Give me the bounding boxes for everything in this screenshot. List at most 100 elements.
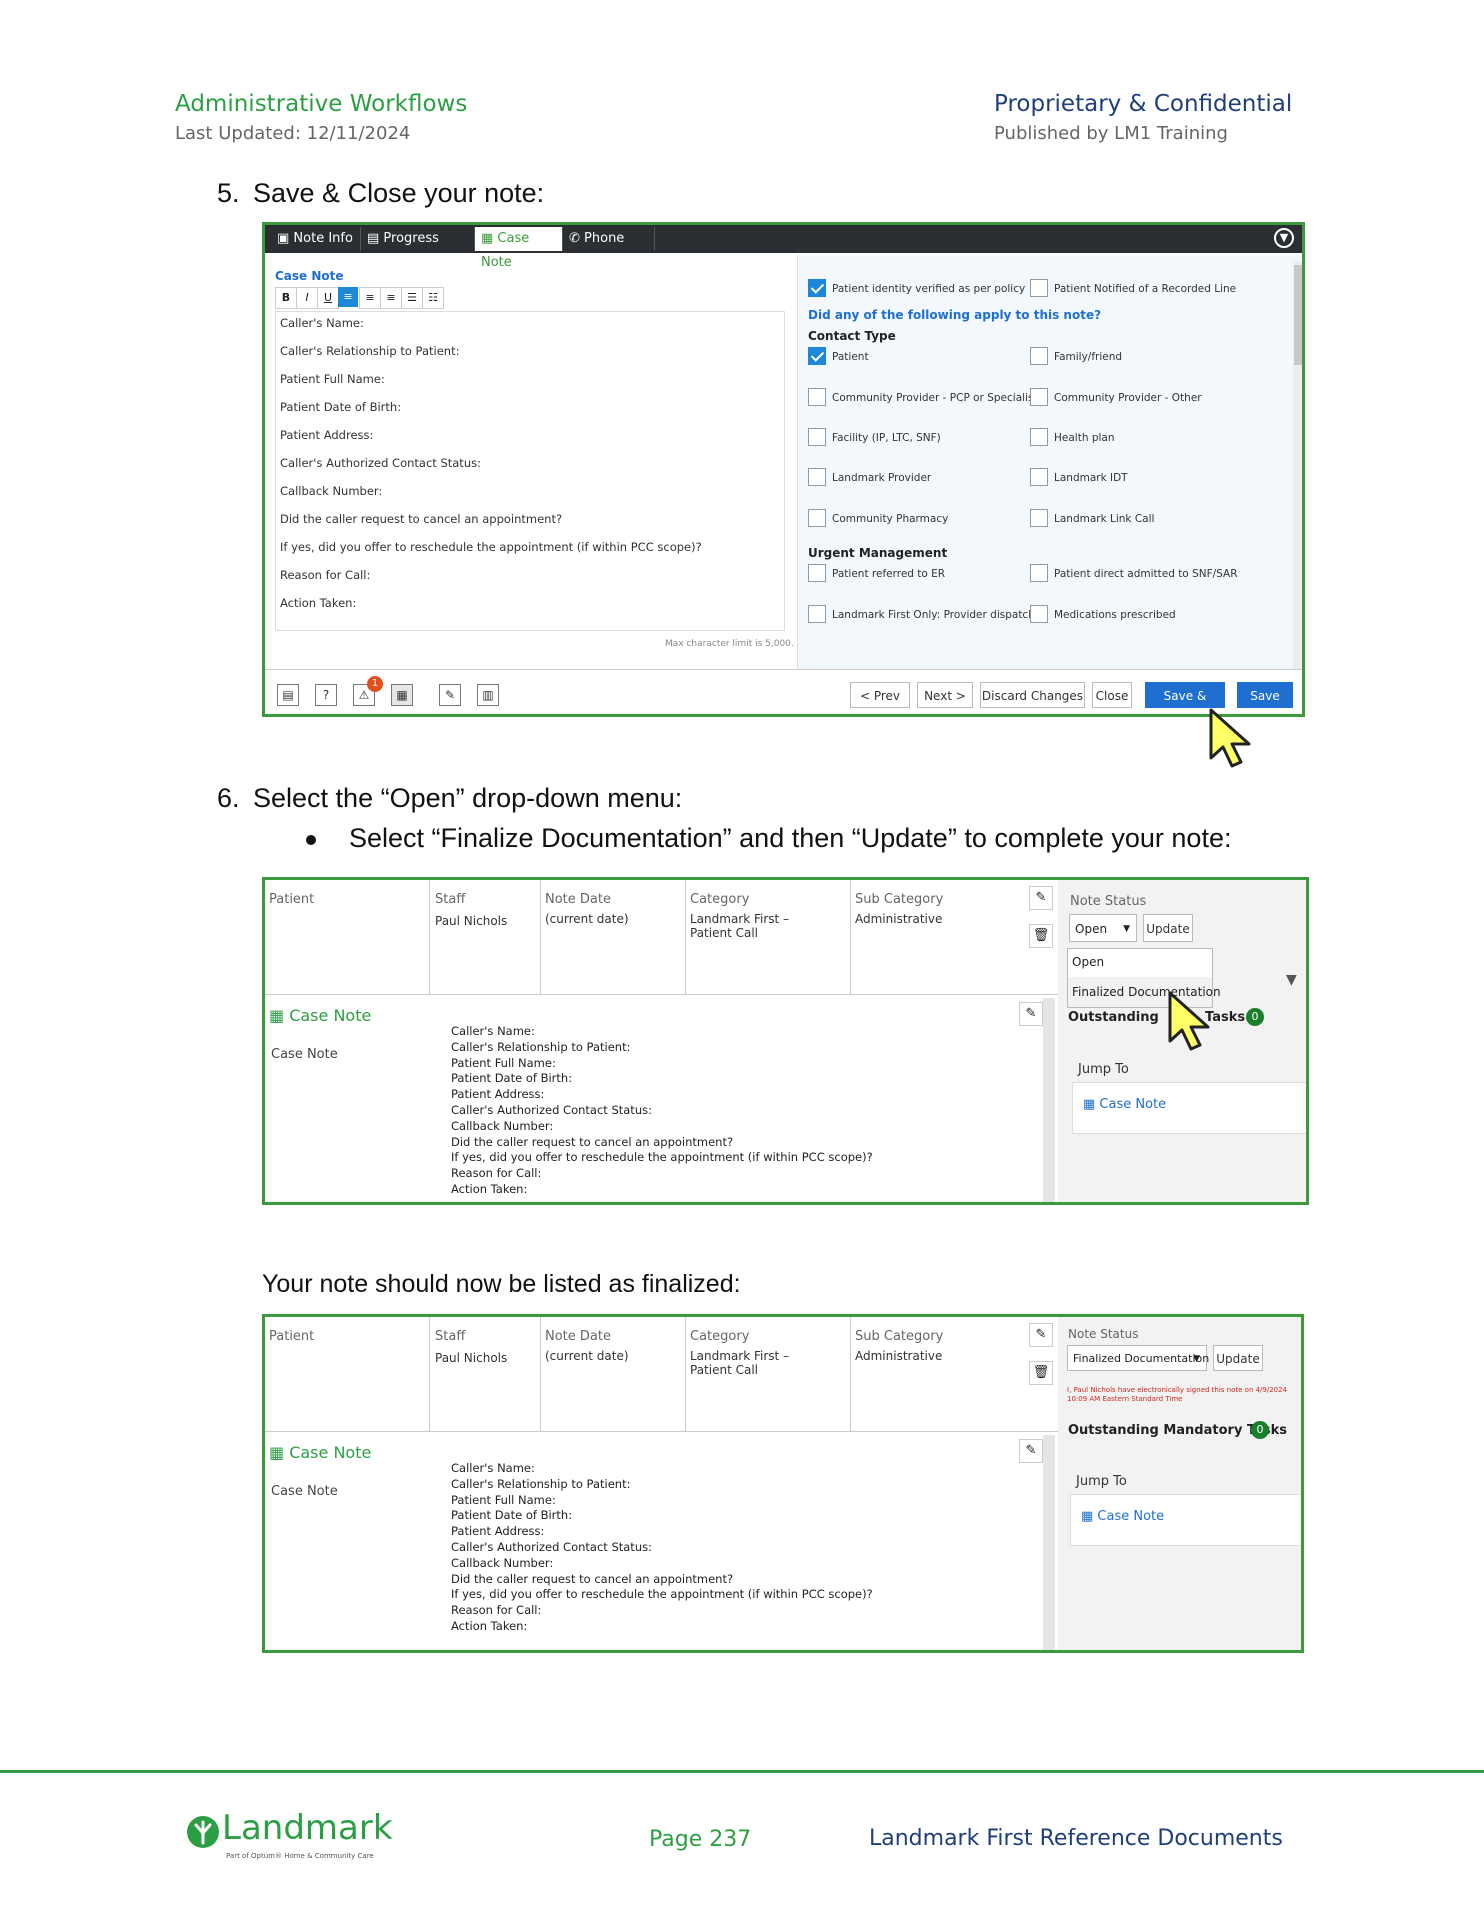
jump-link-case-note[interactable]: ▦ Case Note <box>1083 1097 1166 1112</box>
header-right-subtitle: Published by LM1 Training <box>994 123 1228 144</box>
urgent-medications-checkbox[interactable] <box>1030 605 1048 623</box>
note-status-select[interactable]: Open ▼ <box>1069 914 1137 942</box>
save-button[interactable]: Save <box>1237 682 1293 708</box>
dropdown-option-open[interactable]: Open <box>1072 955 1104 969</box>
contact-community-other-checkbox[interactable] <box>1030 388 1048 406</box>
note-scrollbar[interactable] <box>1043 1435 1055 1650</box>
delete-trash-icon[interactable]: 🗑 <box>1029 1361 1053 1385</box>
contact-link-call-checkbox[interactable] <box>1030 509 1048 527</box>
tab-note-info[interactable]: ▣ Note Info <box>271 227 361 251</box>
contact-family-checkbox[interactable] <box>1030 347 1048 365</box>
contact-landmark-provider-label: Landmark Provider <box>832 472 932 484</box>
col-note-date: Note Date <box>545 1329 611 1344</box>
underline-button[interactable]: U <box>317 287 339 309</box>
note-line: Callback Number: <box>280 484 383 498</box>
contact-facility-checkbox[interactable] <box>808 428 826 446</box>
row-divider <box>265 994 1058 995</box>
bold-button[interactable]: B <box>275 287 297 309</box>
contact-community-pcp-checkbox[interactable] <box>808 388 826 406</box>
edit-note-pencil-icon[interactable]: ✎ <box>1019 1002 1043 1026</box>
urgent-snf-checkbox[interactable] <box>1030 564 1048 582</box>
case-note-body: Caller's Name: Caller's Relationship to … <box>451 1024 873 1196</box>
recorded-line-checkbox[interactable] <box>1030 279 1048 297</box>
note-options-panel: Patient identity verified as per policy … <box>797 255 1302 687</box>
next-button[interactable]: Next > <box>917 682 973 708</box>
urgent-er-label: Patient referred to ER <box>832 568 946 580</box>
edit-pencil-icon[interactable]: ✎ <box>1029 1323 1053 1347</box>
contact-health-plan-label: Health plan <box>1054 432 1115 444</box>
note-line: Patient Full Name: <box>280 372 385 386</box>
urgent-provider-dispatched-checkbox[interactable] <box>808 605 826 623</box>
case-note-heading-text: Case Note <box>289 1443 372 1462</box>
delete-trash-icon[interactable]: 🗑 <box>1029 924 1053 948</box>
discard-changes-button[interactable]: Discard Changes <box>980 682 1085 708</box>
bullet-list-icon[interactable]: ☰ <box>401 287 423 309</box>
align-right-icon[interactable]: ≡ <box>380 287 402 309</box>
tab-phone-call[interactable]: ✆ Phone Call <box>563 227 655 270</box>
step-5-instruction: 5. Save & Close your note: <box>217 178 545 208</box>
col-divider <box>429 1317 430 1431</box>
contact-landmark-idt-label: Landmark IDT <box>1054 472 1128 484</box>
note-status-select[interactable]: Finalized Documentation ▼ <box>1067 1345 1209 1371</box>
prev-button[interactable]: < Prev <box>850 682 910 708</box>
contact-patient-checkbox[interactable] <box>808 347 826 365</box>
edit-note-pencil-icon[interactable]: ✎ <box>1019 1439 1043 1463</box>
clipboard-icon[interactable]: ▥ <box>477 684 499 706</box>
contact-link-call-label: Landmark Link Call <box>1054 513 1155 525</box>
italic-button[interactable]: I <box>296 287 318 309</box>
col-divider <box>850 880 851 994</box>
tab-case-note[interactable]: ▦ Case Note <box>475 227 563 270</box>
note-line: Reason for Call: <box>280 568 371 582</box>
edit-pencil-icon[interactable]: ✎ <box>1029 886 1053 910</box>
note-status-open-screenshot: Patient Staff Paul Nichols Note Date (cu… <box>262 877 1309 1205</box>
tab-case-note-label: Case Note <box>481 231 530 270</box>
edit-document-icon[interactable]: ✎ <box>439 684 461 706</box>
align-left-icon[interactable]: ≡ <box>338 287 358 307</box>
add-document-icon[interactable]: ▤ <box>277 684 299 706</box>
jump-link-case-note[interactable]: ▦ Case Note <box>1081 1509 1164 1524</box>
case-note-body: Caller's Name: Caller's Relationship to … <box>451 1461 873 1633</box>
staff-value: Paul Nichols <box>435 914 508 928</box>
bullet-dot <box>306 835 316 845</box>
header-left-subtitle: Last Updated: 12/11/2024 <box>175 123 411 144</box>
update-button[interactable]: Update <box>1213 1345 1263 1371</box>
urgent-management-title: Urgent Management <box>808 546 948 560</box>
contact-health-plan-checkbox[interactable] <box>1030 428 1048 446</box>
close-button[interactable]: Close <box>1092 682 1132 708</box>
contact-pharmacy-checkbox[interactable] <box>808 509 826 527</box>
staff-value: Paul Nichols <box>435 1351 508 1365</box>
step-6-bullet: Select “Finalize Documentation” and then… <box>349 823 1232 853</box>
collapse-chevron-icon[interactable]: ▼ <box>1274 228 1294 248</box>
case-note-textarea[interactable]: Caller's Name: Caller's Relationship to … <box>275 311 785 631</box>
urgent-er-checkbox[interactable] <box>808 564 826 582</box>
col-staff: Staff <box>435 892 466 907</box>
case-note-icon[interactable]: ▦ <box>391 684 413 706</box>
contact-landmark-provider-checkbox[interactable] <box>808 468 826 486</box>
contact-patient-label: Patient <box>832 351 869 363</box>
note-scrollbar[interactable] <box>1043 998 1055 1202</box>
help-document-icon[interactable]: ? <box>315 684 337 706</box>
options-scrollbar[interactable] <box>1293 261 1302 681</box>
page-number: Page 237 <box>649 1827 752 1852</box>
numbered-list-icon[interactable]: ☷ <box>422 287 444 309</box>
note-line: Patient Address: <box>280 428 374 442</box>
category-value: Landmark First – Patient Call <box>690 912 790 940</box>
contact-landmark-idt-checkbox[interactable] <box>1030 468 1048 486</box>
panel-collapse-icon[interactable]: ▼ <box>1286 972 1297 988</box>
note-line: Caller's Authorized Contact Status: <box>280 456 481 470</box>
col-sub-category: Sub Category <box>855 892 944 907</box>
recorded-line-label: Patient Notified of a Recorded Line <box>1054 283 1237 295</box>
identity-verified-checkbox[interactable] <box>808 279 826 297</box>
jump-to-box: ▦ Case Note <box>1072 1082 1306 1134</box>
update-button[interactable]: Update <box>1143 914 1193 942</box>
urgent-medications-label: Medications prescribed <box>1054 609 1176 621</box>
tab-progress-note[interactable]: ▤ Progress Note <box>361 227 475 270</box>
step-6-instruction: 6. Select the “Open” drop-down menu: <box>217 783 683 813</box>
tasks-count-badge: 0 <box>1251 1421 1269 1439</box>
col-staff: Staff <box>435 1329 466 1344</box>
scrollbar-thumb[interactable] <box>1294 265 1302 365</box>
align-center-icon[interactable]: ≡ <box>359 287 381 309</box>
tab-note-info-label: Note Info <box>293 231 353 246</box>
save-and-close-button[interactable]: Save & Close <box>1145 682 1225 708</box>
contact-type-title: Contact Type <box>808 329 896 343</box>
